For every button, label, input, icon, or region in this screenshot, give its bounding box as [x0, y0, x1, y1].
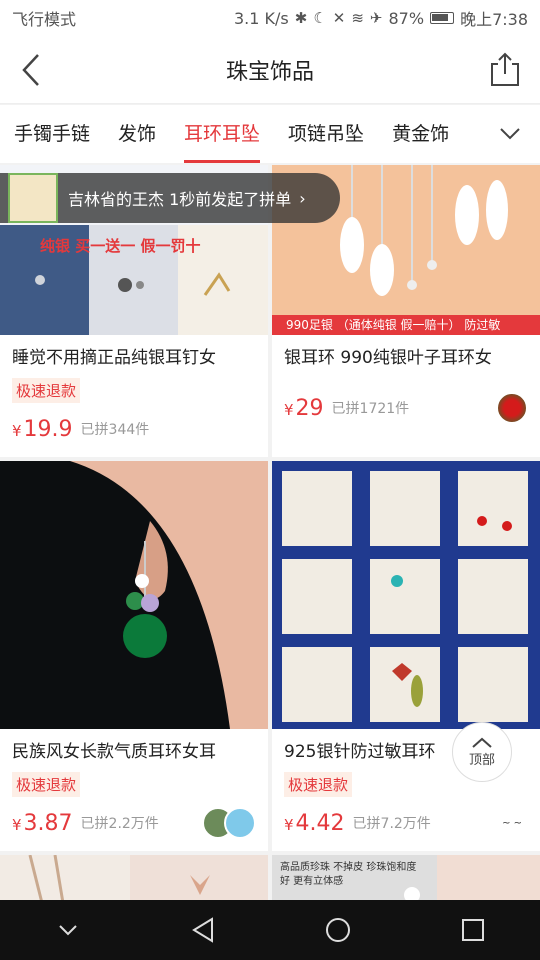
product-title: 民族风女长款气质耳环女耳 [12, 742, 216, 762]
status-bar: 飞行模式 3.1 K/s ✱ ☾ ✕ ≋ ✈ 87% 晚上7:38 [0, 0, 540, 36]
tab-necklaces[interactable]: 项链吊坠 [274, 105, 378, 163]
fast-refund-badge: 极速退款 [12, 378, 81, 403]
product-image [272, 461, 540, 729]
tab-hair-accessories[interactable]: 发饰 [104, 105, 170, 163]
clock: 晚上7:38 [460, 10, 528, 29]
mute-icon: ✕ [332, 9, 346, 27]
chevron-up-icon [472, 737, 492, 748]
nav-recents-button[interactable] [443, 900, 503, 960]
more-tabs-button[interactable] [480, 105, 540, 163]
product-overlay-caption: 高品质珍珠 不掉皮 珍珠饱和度好 更有立体感 [280, 862, 417, 887]
earring-collection-photo [272, 461, 540, 729]
battery-percent: 87% [388, 8, 425, 28]
sold-count: 已拼1721件 [331, 401, 410, 417]
bluetooth-icon: ✱ [294, 9, 308, 27]
jade-earring-photo [0, 461, 268, 729]
share-icon [491, 52, 519, 86]
sold-count: 已拼2.2万件 [80, 816, 159, 832]
product-overlay-banner: 990足银 （通体纯银 假一赔十） 防过敏 [272, 315, 540, 335]
product-image [0, 461, 268, 729]
nav-home-button[interactable] [308, 900, 368, 960]
circle-home-icon [325, 918, 350, 942]
store-signature-logo: ~ ~ [502, 817, 522, 829]
product-price: ¥29 [284, 395, 324, 421]
back-arrow-icon [22, 54, 39, 86]
notice-thumbnail [8, 173, 58, 223]
product-title: 睡觉不用摘正品纯银耳钉女 [12, 348, 216, 368]
product-price: ¥19.9 [12, 416, 73, 442]
square-recents-icon [461, 919, 484, 941]
back-button[interactable] [14, 50, 48, 90]
sold-count: 已拼344件 [80, 422, 150, 438]
tab-earrings[interactable]: 耳环耳坠 [170, 105, 274, 163]
product-card[interactable]: 925银针防过敏耳环 极速退款 ¥4.42 已拼7.2万件 ~ ~ [272, 461, 540, 851]
network-speed: 3.1 K/s [233, 8, 289, 28]
nav-back-button[interactable] [173, 900, 233, 960]
avatar [224, 807, 256, 839]
product-title: 银耳环 990纯银叶子耳环女 [284, 348, 492, 368]
moon-icon: ☾ [313, 9, 327, 27]
product-card[interactable]: 民族风女长款气质耳环女耳 极速退款 ¥3.87 已拼2.2万件 [0, 461, 268, 851]
airplane-icon: ✈ [369, 9, 383, 27]
airplane-mode-label: 飞行模式 [12, 10, 77, 29]
chevron-down-icon [58, 925, 77, 936]
page-title: 珠宝饰品 [225, 59, 314, 85]
tab-bracelets[interactable]: 手镯手链 [0, 105, 104, 163]
share-button[interactable] [488, 52, 522, 88]
back-to-top-button[interactable]: 顶部 [452, 722, 512, 782]
category-tabs: 手镯手链 发饰 耳环耳坠 项链吊坠 黄金饰 [0, 105, 540, 163]
fast-refund-badge: 极速退款 [284, 772, 353, 797]
product-price: ¥3.87 [12, 810, 73, 836]
back-to-top-label: 顶部 [468, 752, 495, 768]
triangle-back-icon [191, 917, 213, 943]
wifi-icon: ≋ [351, 9, 364, 27]
tab-gold[interactable]: 黄金饰 [378, 105, 463, 163]
avatar [496, 392, 528, 424]
chevron-right-icon: › [299, 188, 306, 208]
system-navigation-bar [0, 900, 540, 960]
product-grid: 纯银 买一送一 假一罚十 睡觉不用摘正品纯银耳钉女 极速退款 ¥19.9 已拼3… [0, 165, 540, 915]
sold-count: 已拼7.2万件 [352, 816, 431, 832]
fast-refund-badge: 极速退款 [12, 772, 81, 797]
product-overlay-text: 纯银 买一送一 假一罚十 [40, 237, 201, 255]
battery-icon [430, 12, 455, 24]
notice-text: 吉林省的王杰 1秒前发起了拼单 [68, 190, 292, 209]
nav-collapse-button[interactable] [38, 900, 98, 960]
chevron-down-icon [500, 128, 520, 140]
app-header: 珠宝饰品 [0, 36, 540, 104]
product-price: ¥4.42 [284, 810, 345, 836]
